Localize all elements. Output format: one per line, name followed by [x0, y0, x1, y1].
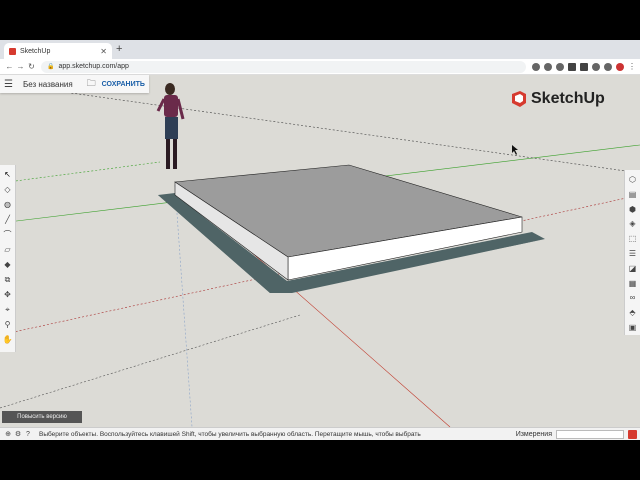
- offset-icon[interactable]: ⧉: [2, 272, 14, 287]
- measurements-input[interactable]: [556, 429, 624, 439]
- extension-icon[interactable]: [592, 62, 600, 71]
- materials-icon[interactable]: ◈: [627, 216, 639, 231]
- sketchup-favicon-icon: [9, 47, 16, 55]
- display-icon[interactable]: ∞: [627, 291, 639, 306]
- orbit-icon[interactable]: ⚲: [2, 317, 14, 332]
- app-top-bar: ☰ Без названия 🗀 СОХРАНИТЬ: [0, 75, 149, 93]
- back-icon[interactable]: ←: [4, 62, 15, 71]
- components-icon[interactable]: ⬢: [627, 202, 639, 217]
- help-icon[interactable]: ?: [23, 431, 33, 438]
- measurements-label: Измерения: [515, 430, 552, 438]
- extensions-area: [532, 62, 624, 71]
- extension-icon[interactable]: [616, 62, 624, 71]
- line-icon[interactable]: ╱: [2, 212, 14, 227]
- sketchup-badge-icon: [628, 429, 637, 439]
- logo-wordmark: SketchUp: [531, 90, 605, 107]
- arc-icon[interactable]: ⌒: [2, 227, 14, 242]
- pan-icon[interactable]: ✋: [2, 332, 14, 347]
- video-letterbox-top: [0, 0, 640, 40]
- browser-tab-sketchup[interactable]: SketchUp ✕: [4, 43, 112, 59]
- tape-measure-icon[interactable]: ⌖: [2, 302, 14, 317]
- mouse-cursor: [512, 145, 518, 155]
- tab-title: SketchUp: [20, 47, 51, 55]
- upgrade-button[interactable]: Повысить версию: [2, 411, 82, 423]
- extension-icon[interactable]: [532, 62, 540, 71]
- entity-info-icon[interactable]: ⬡: [627, 172, 639, 187]
- tag-icon[interactable]: ◪: [627, 261, 639, 276]
- status-message: Выберите объекты. Воспользуйтесь клавише…: [39, 430, 421, 438]
- rectangle-icon[interactable]: ▱: [2, 242, 14, 257]
- forward-icon[interactable]: →: [15, 62, 26, 71]
- status-bar: ⊕ ⚙ ? Выберите объекты. Воспользуйтесь к…: [0, 427, 640, 440]
- tab-bar: SketchUp ✕ +: [0, 40, 640, 59]
- bookmark-star-icon[interactable]: [556, 62, 564, 71]
- video-letterbox-bottom: [0, 440, 640, 480]
- right-toolbar: ⬡ ▤ ⬢ ◈ ⬚ ☰ ◪ ▦ ∞ ⬘ ▣: [624, 170, 640, 335]
- scale-figure: [156, 83, 185, 169]
- extension-icon[interactable]: [568, 62, 576, 71]
- reload-icon[interactable]: ↻: [26, 62, 37, 71]
- close-icon[interactable]: ✕: [100, 47, 107, 56]
- select-icon[interactable]: ↖: [2, 167, 14, 182]
- file-title[interactable]: Без названия: [23, 80, 73, 89]
- save-button[interactable]: СОХРАНИТЬ: [102, 81, 145, 88]
- sketchup-logo: SketchUp: [510, 90, 605, 108]
- left-toolbar: ↖ ◇ ◍ ╱ ⌒ ▱ ◆ ⧉ ✥ ⌖ ⚲ ✋: [0, 165, 16, 352]
- move-icon[interactable]: ✥: [2, 287, 14, 302]
- model-viewport[interactable]: [0, 75, 640, 427]
- url-input[interactable]: 🔒 app.sketchup.com/app: [41, 60, 526, 73]
- sketchup-logo-icon: [512, 91, 526, 107]
- folder-icon[interactable]: 🗀: [87, 76, 96, 92]
- styles-icon[interactable]: ⬚: [627, 231, 639, 246]
- profile-avatar-icon[interactable]: [604, 62, 612, 71]
- layers-icon[interactable]: ☰: [627, 246, 639, 261]
- green-axis-dotted: [0, 161, 161, 184]
- instructor-icon[interactable]: ▤: [627, 187, 639, 202]
- model-info-icon[interactable]: ▣: [627, 320, 639, 335]
- new-tab-button[interactable]: +: [116, 43, 122, 55]
- paint-bucket-icon[interactable]: ◍: [2, 197, 14, 212]
- black-dotted-lower: [0, 314, 301, 409]
- push-pull-icon[interactable]: ◆: [2, 257, 14, 272]
- address-bar: ← → ↻ 🔒 app.sketchup.com/app ⋮: [0, 59, 640, 75]
- geo-location-icon[interactable]: ⊕: [3, 430, 13, 438]
- browser-menu-icon[interactable]: ⋮: [628, 62, 636, 71]
- credits-icon[interactable]: ⚙: [13, 430, 23, 438]
- extension-icon[interactable]: [580, 62, 588, 71]
- lock-icon: 🔒: [47, 64, 55, 70]
- solid-tools-icon[interactable]: ⬘: [627, 305, 639, 320]
- scene-canvas: [0, 82, 640, 427]
- eraser-icon[interactable]: ◇: [2, 182, 14, 197]
- extension-icon[interactable]: [544, 62, 552, 71]
- hamburger-menu-icon[interactable]: ☰: [4, 79, 13, 90]
- scenes-icon[interactable]: ▦: [627, 276, 639, 291]
- url-text: app.sketchup.com/app: [58, 63, 129, 70]
